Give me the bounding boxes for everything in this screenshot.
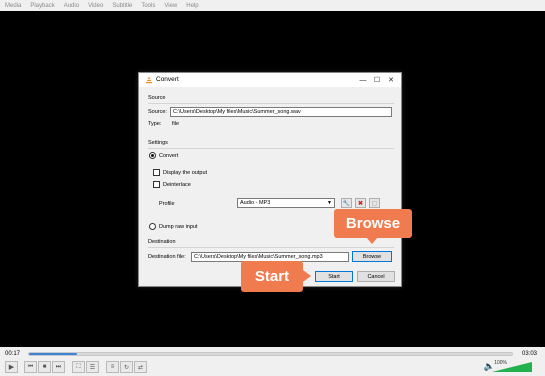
menu-tools[interactable]: Tools [141,3,155,9]
volume-slider[interactable] [492,362,532,372]
loop-icon[interactable]: ↻ [120,361,133,373]
current-time: 00:17 [5,351,21,357]
profile-select[interactable]: Audio - MP3 ▼ [237,198,335,208]
convert-dialog: Convert — ☐ ✕ Source Source: C:\Users\De… [138,72,402,287]
deinterlace-checkbox[interactable] [153,181,160,188]
menu-video[interactable]: Video [88,3,103,9]
browse-callout: Browse [334,209,412,238]
start-callout-text: Start [254,268,290,285]
stop-icon[interactable]: ■ [38,361,51,373]
play-icon[interactable]: ▶ [5,361,18,373]
minimize-icon[interactable]: — [357,74,369,86]
playlist-icon[interactable]: ≡ [106,361,119,373]
type-label: Type: [148,121,162,127]
browse-callout-text: Browse [345,215,401,232]
dialog-title: Convert [156,76,179,83]
fullscreen-icon[interactable]: ⛶ [72,361,85,373]
profile-value: Audio - MP3 [240,200,271,206]
type-value: file [172,121,180,127]
settings-divider [148,148,394,149]
seek-bar[interactable] [28,352,513,356]
display-output-label: Display the output [163,170,208,176]
source-label: Source: [148,109,167,115]
destination-group-label: Destination [148,239,176,245]
menu-help[interactable]: Help [186,3,198,9]
menu-audio[interactable]: Audio [64,3,79,9]
menu-subtitle[interactable]: Subtitle [112,3,132,9]
dump-raw-radio[interactable] [149,223,156,230]
menu-bar: Media Playback Audio Video Subtitle Tool… [0,0,545,11]
source-divider [148,103,394,104]
previous-icon[interactable]: ⏮ [24,361,37,373]
settings-group-label: Settings [148,140,168,146]
dialog-title-bar: Convert — ☐ ✕ [139,73,401,87]
player-controls: 00:17 03:03 ▶ ⏮ ■ ⏭ ⛶ ☰ ≡ ↻ ⇄ 🔈 100% [0,347,545,376]
wrench-icon[interactable]: 🔧 [341,198,352,208]
browse-button[interactable]: Browse [352,251,392,262]
menu-view[interactable]: View [164,3,177,9]
shuffle-icon[interactable]: ⇄ [134,361,147,373]
menu-media[interactable]: Media [5,3,21,9]
delete-profile-icon[interactable]: ✖ [355,198,366,208]
seek-bar-fill [29,353,78,355]
start-callout-pointer [303,270,311,282]
convert-label: Convert [159,153,179,159]
extended-settings-icon[interactable]: ☰ [86,361,99,373]
next-icon[interactable]: ⏭ [52,361,65,373]
dump-raw-label: Dump raw input [159,224,198,230]
total-time: 03:03 [521,351,537,357]
maximize-icon[interactable]: ☐ [371,74,383,86]
cancel-button[interactable]: Cancel [357,271,395,282]
deinterlace-label: Deinterlace [163,182,191,188]
new-profile-icon[interactable]: ▢ [369,198,380,208]
destination-file-label: Destination file: [148,254,186,260]
chevron-down-icon: ▼ [327,200,332,206]
start-callout: Start [241,261,303,292]
browse-callout-pointer [366,237,378,244]
convert-radio[interactable] [149,152,156,159]
profile-label: Profile [159,201,175,207]
start-button[interactable]: Start [315,271,353,282]
vlc-cone-icon [145,76,153,84]
display-output-checkbox[interactable] [153,169,160,176]
source-group-label: Source [148,95,166,101]
menu-playback[interactable]: Playback [30,3,54,9]
source-input[interactable]: C:\Users\Desktop\My files\Music\Summer_s… [170,107,392,117]
destination-divider [148,247,394,248]
close-icon[interactable]: ✕ [385,74,397,86]
